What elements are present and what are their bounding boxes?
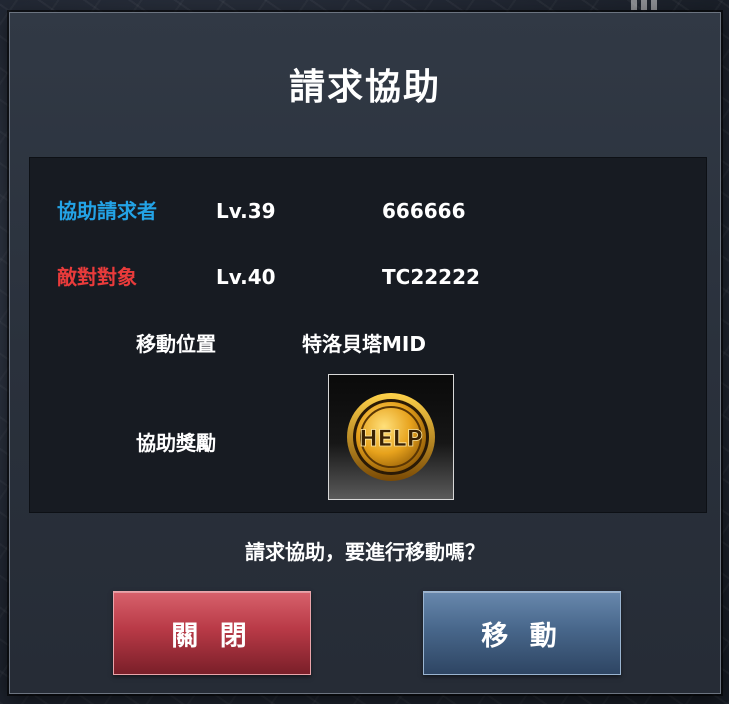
enemy-name: TC22222 — [382, 265, 480, 289]
request-help-dialog: 請求協助 協助請求者 Lv.39 666666 敵對對象 Lv.40 TC222… — [9, 12, 721, 694]
svg-text:HELP: HELP — [359, 427, 423, 452]
reward-item-slot[interactable]: HELP — [328, 374, 454, 500]
confirm-question: 請求協助，要進行移動嗎？ — [245, 540, 485, 564]
location-label: 移動位置 — [136, 332, 216, 356]
move-button-label: 移 動 — [481, 620, 563, 652]
dialog-title: 請求協助 — [288, 67, 441, 108]
enemy-label: 敵對對象 — [57, 265, 137, 289]
enemy-level: Lv.40 — [216, 265, 276, 289]
reward-label: 協助獎勵 — [136, 431, 216, 455]
location-value: 特洛貝塔MID — [302, 332, 426, 356]
activity-icon — [631, 0, 659, 10]
requester-level: Lv.39 — [216, 199, 276, 223]
close-button[interactable]: 關 閉 — [113, 591, 311, 675]
info-panel: 協助請求者 Lv.39 666666 敵對對象 Lv.40 TC22222 移動… — [29, 157, 707, 513]
move-button[interactable]: 移 動 — [423, 591, 621, 675]
help-coin-icon: HELP — [347, 393, 435, 481]
requester-name: 666666 — [382, 199, 466, 223]
close-button-label: 關 閉 — [171, 620, 253, 652]
requester-label: 協助請求者 — [57, 199, 157, 223]
